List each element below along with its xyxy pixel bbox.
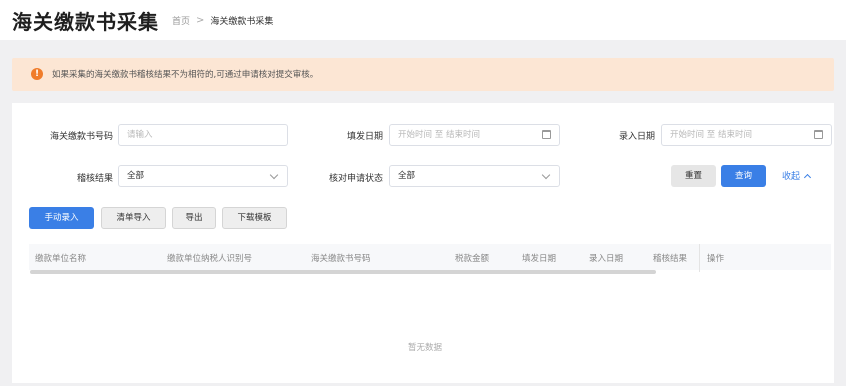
audit-result-select[interactable]: 全部 — [118, 165, 288, 187]
column-header: 录入日期 — [589, 254, 624, 264]
entry-date-to: 至 — [706, 130, 716, 140]
query-button[interactable]: 查询 — [721, 165, 766, 187]
collapse-toggle[interactable]: 收起 — [782, 169, 812, 182]
check-status-select[interactable]: 全部 — [389, 165, 560, 187]
audit-result-label: 稽核结果 — [76, 174, 113, 184]
customs-no-input[interactable]: 请输入 — [118, 124, 288, 146]
download-template-button[interactable]: 下载模板 — [222, 207, 287, 229]
fill-date-range-picker[interactable]: 开始时间 至 结束时间 — [389, 124, 560, 146]
calendar-icon — [814, 130, 823, 139]
column-header: 缴款单位纳税人识别号 — [167, 254, 253, 264]
check-status-label: 核对申请状态 — [328, 174, 383, 184]
entry-date-range-picker[interactable]: 开始时间 至 结束时间 — [661, 124, 832, 146]
fill-date-start: 开始时间 — [398, 130, 433, 140]
customs-no-label: 海关缴款书号码 — [49, 132, 113, 142]
breadcrumb: 首页 > 海关缴款书采集 — [172, 14, 273, 27]
notice-banner: ! 如果采集的海关缴款书稽核结果不为相符的,可通过申请核对提交审核。 — [12, 58, 834, 91]
column-header: 海关缴款书号码 — [311, 254, 371, 264]
notice-text: 如果采集的海关缴款书稽核结果不为相符的,可通过申请核对提交审核。 — [52, 70, 319, 80]
fixed-column-divider — [699, 244, 700, 272]
fill-date-to: 至 — [434, 130, 444, 140]
empty-state-text: 暂无数据 — [408, 343, 443, 353]
entry-date-start: 开始时间 — [670, 130, 705, 140]
fill-date-label: 填发日期 — [346, 132, 383, 142]
breadcrumb-current: 海关缴款书采集 — [210, 17, 274, 27]
column-header: 填发日期 — [522, 254, 557, 264]
reset-button[interactable]: 重置 — [671, 165, 716, 187]
column-header: 操作 — [707, 254, 725, 264]
column-header: 缴款单位名称 — [35, 254, 87, 264]
customs-no-placeholder: 请输入 — [127, 130, 153, 140]
entry-date-end: 结束时间 — [717, 130, 752, 140]
chevron-up-icon — [803, 173, 812, 181]
collapse-label: 收起 — [782, 172, 801, 182]
breadcrumb-separator: > — [196, 15, 205, 26]
list-import-button[interactable]: 清单导入 — [101, 207, 166, 229]
audit-result-value: 全部 — [127, 171, 145, 181]
column-header: 稽核结果 — [653, 254, 688, 264]
chevron-down-icon — [541, 170, 551, 180]
warning-circle-icon: ! — [31, 68, 43, 80]
calendar-icon — [542, 130, 551, 139]
page-header: 海关缴款书采集 首页 > 海关缴款书采集 — [0, 0, 846, 40]
column-header: 税款金额 — [455, 254, 490, 264]
chevron-down-icon — [269, 170, 279, 180]
breadcrumb-home[interactable]: 首页 — [172, 14, 190, 27]
manual-entry-button[interactable]: 手动录入 — [29, 207, 94, 229]
page-title: 海关缴款书采集 — [12, 10, 159, 34]
check-status-value: 全部 — [398, 171, 416, 181]
export-button[interactable]: 导出 — [172, 207, 216, 229]
table-header: 缴款单位名称 缴款单位纳税人识别号 海关缴款书号码 税款金额 填发日期 录入日期… — [29, 244, 831, 270]
horizontal-scrollbar[interactable] — [30, 270, 656, 274]
entry-date-label: 录入日期 — [618, 132, 655, 142]
fill-date-end: 结束时间 — [445, 130, 480, 140]
